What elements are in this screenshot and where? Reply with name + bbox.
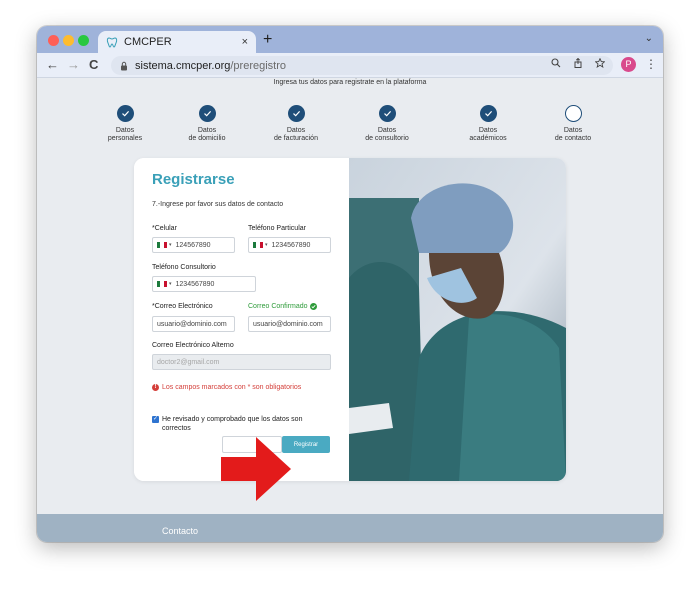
forward-arrow-icon[interactable]: → <box>67 56 80 74</box>
step-datos-consultorio: Datos de consultorio <box>347 105 427 143</box>
tab-close-icon[interactable]: × <box>242 36 248 48</box>
url-path: /preregistro <box>230 59 287 72</box>
reload-icon[interactable]: C <box>89 56 98 74</box>
browser-tab[interactable]: CMCPER × <box>98 31 256 53</box>
mexico-flag-icon <box>157 281 167 287</box>
step-check-icon <box>287 105 305 122</box>
url-host: sistema.cmcper.org <box>135 59 231 72</box>
correo-alterno-input[interactable]: doctor2@gmail.com <box>152 354 331 370</box>
browser-window: CMCPER × + ⌄ ← → C sistema.cmcper.org/pr… <box>37 26 663 542</box>
search-icon[interactable] <box>551 58 561 68</box>
mexico-flag-icon <box>253 242 263 248</box>
confirm-checkbox-label[interactable]: He revisado y comprobado que los datos s… <box>162 415 322 433</box>
telefono-particular-input[interactable]: ▾ 1234567890 <box>248 237 331 253</box>
celular-label: *Celular <box>152 225 177 232</box>
step-label: Datos de domicilio <box>188 127 226 142</box>
new-tab-button[interactable]: + <box>263 31 272 49</box>
tab-search-chevron-icon[interactable]: ⌄ <box>645 33 653 44</box>
page-subtitle: Ingresa tus datos para registrate en la … <box>273 79 427 86</box>
profile-avatar[interactable]: P <box>621 57 636 72</box>
confirm-checkbox[interactable]: ✓ <box>152 416 159 423</box>
lock-icon <box>121 61 127 70</box>
step-check-icon <box>479 105 497 122</box>
step-datos-domicilio: Datos de domicilio <box>167 105 247 143</box>
registration-form: Registrarse 7.-Ingrese por favor sus dat… <box>134 158 350 481</box>
minimize-window-button[interactable] <box>63 35 74 46</box>
address-bar[interactable]: sistema.cmcper.org/preregistro <box>111 56 613 75</box>
mexico-flag-icon <box>157 242 167 248</box>
registration-card: Registrarse 7.-Ingrese por favor sus dat… <box>134 158 566 481</box>
footer-title: Contacto <box>162 526 199 536</box>
step-datos-academicos: Datos académicos <box>448 105 528 143</box>
chevron-down-icon[interactable]: ▾ <box>169 242 172 248</box>
step-label: Datos personales <box>107 127 143 142</box>
required-fields-note: ! Los campos marcados con * son obligato… <box>152 384 301 391</box>
chevron-down-icon[interactable]: ▾ <box>265 242 268 248</box>
correo-label: *Correo Electrónico <box>152 303 213 310</box>
footer: Contacto <box>37 514 663 542</box>
step-datos-facturacion: Datos de facturación <box>256 105 336 143</box>
correo-input[interactable]: usuario@dominio.com <box>152 316 235 332</box>
telefono-particular-label: Teléfono Particular <box>248 225 306 232</box>
chevron-down-icon[interactable]: ▾ <box>169 281 172 287</box>
step-label: Datos de contacto <box>554 127 592 142</box>
correo-confirmado-input[interactable]: usuario@dominio.com <box>248 316 331 332</box>
browser-toolbar: ← → C sistema.cmcper.org/preregistro P ⋮ <box>37 53 663 78</box>
alert-icon: ! <box>152 384 159 391</box>
telefono-consultorio-label: Teléfono Consultorio <box>152 264 216 271</box>
celular-input[interactable]: ▾ 124567890 <box>152 237 235 253</box>
form-title: Registrarse <box>152 171 235 188</box>
close-window-button[interactable] <box>48 35 59 46</box>
step-datos-contacto: Datos de contacto <box>533 105 613 143</box>
step-label: Datos de consultorio <box>365 127 409 142</box>
back-arrow-icon[interactable]: ← <box>46 56 59 74</box>
tooth-icon <box>106 37 118 48</box>
step-check-icon <box>378 105 396 122</box>
tab-title: CMCPER <box>124 36 172 48</box>
step-open-circle-icon <box>564 105 582 122</box>
form-instruction: 7.-Ingrese por favor sus datos de contac… <box>152 201 284 208</box>
correo-alterno-label: Correo Electrónico Alterno <box>152 342 234 349</box>
step-check-icon <box>198 105 216 122</box>
check-circle-icon <box>309 303 317 310</box>
telefono-consultorio-input[interactable]: ▾ 1234567890 <box>152 276 256 292</box>
surgeon-photo <box>349 158 566 481</box>
maximize-window-button[interactable] <box>78 35 89 46</box>
title-bar: CMCPER × + ⌄ <box>37 26 663 53</box>
red-arrow-icon <box>221 437 291 501</box>
step-check-icon <box>116 105 134 122</box>
step-label: Datos de facturación <box>274 127 318 142</box>
step-datos-personales: Datos personales <box>85 105 165 143</box>
page-content: Ingresa tus datos para registrate en la … <box>37 78 663 542</box>
share-icon[interactable] <box>573 58 583 68</box>
correo-confirmado-label: Correo Confirmado <box>248 303 317 310</box>
menu-icon[interactable]: ⋮ <box>645 57 657 71</box>
step-label: Datos académicos <box>469 127 507 142</box>
bookmark-star-icon[interactable] <box>595 58 605 68</box>
